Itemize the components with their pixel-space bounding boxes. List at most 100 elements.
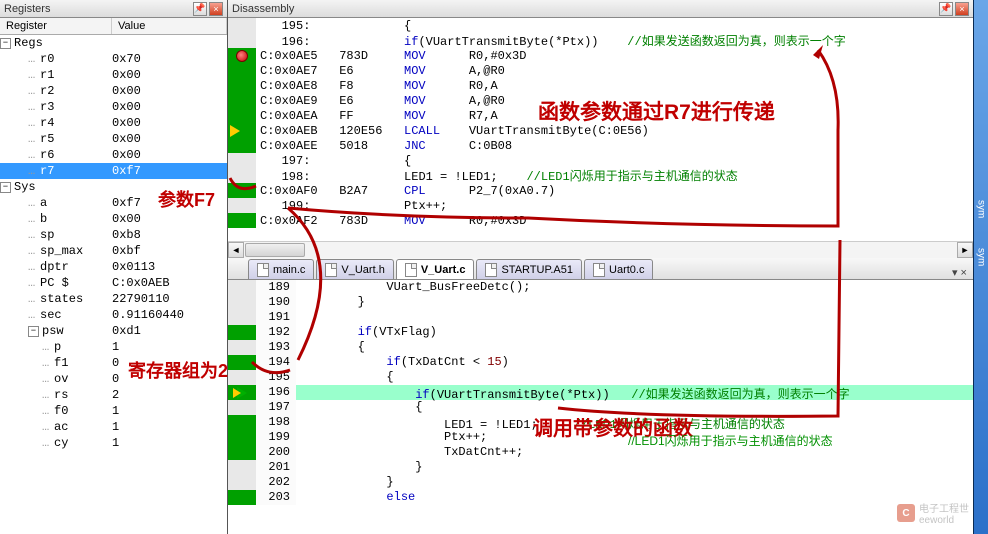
margin-cell[interactable] — [228, 138, 256, 153]
register-row[interactable]: −Regs — [0, 35, 227, 51]
source-row[interactable]: 189 VUart_BusFreeDetc(); — [228, 280, 973, 295]
side-label-2[interactable]: sym — [976, 248, 987, 266]
scroll-track[interactable] — [244, 242, 957, 258]
disasm-row[interactable]: C:0x0AE9 E6 MOV A,@R0 — [228, 93, 973, 108]
disasm-row[interactable]: 196: if(VUartTransmitByte(*Ptx)) //如果发送函… — [228, 33, 973, 48]
tab-menu-icon[interactable]: ▾ × — [946, 266, 973, 279]
margin-cell[interactable] — [228, 213, 256, 228]
source-row[interactable]: 200 TxDatCnt++; — [228, 445, 973, 460]
margin-cell[interactable] — [228, 385, 256, 400]
breakpoint-icon[interactable] — [236, 50, 248, 62]
source-row[interactable]: 192 if(VTxFlag) — [228, 325, 973, 340]
register-row[interactable]: …b0x00 — [0, 211, 227, 227]
col-value[interactable]: Value — [112, 18, 227, 34]
editor-tab[interactable]: main.c — [248, 259, 314, 279]
source-row[interactable]: 191 — [228, 310, 973, 325]
register-row[interactable]: …r50x00 — [0, 131, 227, 147]
register-row[interactable]: …r10x00 — [0, 67, 227, 83]
tree-toggle-icon[interactable]: − — [0, 182, 11, 193]
register-row[interactable]: …r60x00 — [0, 147, 227, 163]
margin-cell[interactable] — [228, 400, 256, 415]
margin-cell[interactable] — [228, 153, 256, 168]
margin-cell[interactable] — [228, 415, 256, 430]
source-row[interactable]: 190 } — [228, 295, 973, 310]
register-row[interactable]: …f01 — [0, 403, 227, 419]
register-row[interactable]: …sp0xb8 — [0, 227, 227, 243]
margin-cell[interactable] — [228, 325, 256, 340]
margin-cell[interactable] — [228, 355, 256, 370]
margin-cell[interactable] — [228, 460, 256, 475]
disasm-row[interactable]: C:0x0AE7 E6 MOV A,@R0 — [228, 63, 973, 78]
disasm-row[interactable]: 198: LED1 = !LED1; //LED1闪烁用于指示与主机通信的状态 — [228, 168, 973, 183]
source-row[interactable]: 202 } — [228, 475, 973, 490]
source-row[interactable]: 201 } — [228, 460, 973, 475]
margin-cell[interactable] — [228, 490, 256, 505]
margin-cell[interactable] — [228, 48, 256, 63]
side-label-1[interactable]: sym — [976, 200, 987, 218]
register-row[interactable]: …r20x00 — [0, 83, 227, 99]
margin-cell[interactable] — [228, 295, 256, 310]
editor-tab[interactable]: V_Uart.h — [316, 259, 393, 279]
editor-tab[interactable]: STARTUP.A51 — [476, 259, 582, 279]
source-row[interactable]: 197 { — [228, 400, 973, 415]
margin-cell[interactable] — [228, 93, 256, 108]
disasm-row[interactable]: C:0x0AE5 783D MOV R0,#0x3D — [228, 48, 973, 63]
disasm-row[interactable]: C:0x0AEB 120E56 LCALL VUartTransmitByte(… — [228, 123, 973, 138]
source-row[interactable]: 199 Ptx++; — [228, 430, 973, 445]
margin-cell[interactable] — [228, 63, 256, 78]
disasm-hscroll[interactable]: ◄ ► — [228, 241, 973, 257]
scroll-right-icon[interactable]: ► — [957, 242, 973, 258]
disasm-row[interactable]: 197: { — [228, 153, 973, 168]
disasm-row[interactable]: C:0x0AEA FF MOV R7,A — [228, 108, 973, 123]
register-row[interactable]: …r70xf7 — [0, 163, 227, 179]
register-row[interactable]: …sec0.91160440 — [0, 307, 227, 323]
pin-icon[interactable]: 📌 — [193, 2, 207, 16]
disasm-lines[interactable]: 195: { 196: if(VUartTransmitByte(*Ptx)) … — [228, 18, 973, 241]
register-row[interactable]: …p1 — [0, 339, 227, 355]
tree-toggle-icon[interactable]: − — [0, 38, 11, 49]
register-row[interactable]: …sp_max0xbf — [0, 243, 227, 259]
editor-tab[interactable]: Uart0.c — [584, 259, 653, 279]
close-icon[interactable]: × — [955, 2, 969, 16]
source-row[interactable]: 193 { — [228, 340, 973, 355]
margin-cell[interactable] — [228, 198, 256, 213]
margin-cell[interactable] — [228, 475, 256, 490]
margin-cell[interactable] — [228, 370, 256, 385]
register-row[interactable]: …ac1 — [0, 419, 227, 435]
pin-icon[interactable]: 📌 — [939, 2, 953, 16]
register-row[interactable]: …dptr0x0113 — [0, 259, 227, 275]
register-row[interactable]: …r40x00 — [0, 115, 227, 131]
margin-cell[interactable] — [228, 280, 256, 295]
disasm-row[interactable]: C:0x0AE8 F8 MOV R0,A — [228, 78, 973, 93]
margin-cell[interactable] — [228, 340, 256, 355]
margin-cell[interactable] — [228, 18, 256, 33]
register-row[interactable]: …r00x70 — [0, 51, 227, 67]
source-editor[interactable]: 189 VUart_BusFreeDetc();190 }191192 if(V… — [228, 280, 973, 534]
col-register[interactable]: Register — [0, 18, 112, 34]
scroll-left-icon[interactable]: ◄ — [228, 242, 244, 258]
source-row[interactable]: 194 if(TxDatCnt < 15) — [228, 355, 973, 370]
register-row[interactable]: …r30x00 — [0, 99, 227, 115]
disasm-row[interactable]: C:0x0AEE 5018 JNC C:0B08 — [228, 138, 973, 153]
source-row[interactable]: 203 else — [228, 490, 973, 505]
margin-cell[interactable] — [228, 183, 256, 198]
margin-cell[interactable] — [228, 108, 256, 123]
disasm-row[interactable]: 195: { — [228, 18, 973, 33]
margin-cell[interactable] — [228, 445, 256, 460]
margin-cell[interactable] — [228, 310, 256, 325]
margin-cell[interactable] — [228, 168, 256, 183]
source-row[interactable]: 196 if(VUartTransmitByte(*Ptx)) //如果发送函数… — [228, 385, 973, 400]
disasm-row[interactable]: C:0x0AF2 783D MOV R0,#0x3D — [228, 213, 973, 228]
register-row[interactable]: …cy1 — [0, 435, 227, 451]
source-row[interactable]: 198 LED1 = !LED1; //LED1闪烁用于指示与主机通信的状态 — [228, 415, 973, 430]
register-row[interactable]: …rs2 — [0, 387, 227, 403]
disasm-row[interactable]: C:0x0AF0 B2A7 CPL P2_7(0xA0.7) — [228, 183, 973, 198]
margin-cell[interactable] — [228, 123, 256, 138]
register-row[interactable]: …states22790110 — [0, 291, 227, 307]
disasm-row[interactable]: 199: Ptx++; — [228, 198, 973, 213]
margin-cell[interactable] — [228, 430, 256, 445]
margin-cell[interactable] — [228, 33, 256, 48]
close-icon[interactable]: × — [209, 2, 223, 16]
tree-toggle-icon[interactable]: − — [28, 326, 39, 337]
source-row[interactable]: 195 { — [228, 370, 973, 385]
